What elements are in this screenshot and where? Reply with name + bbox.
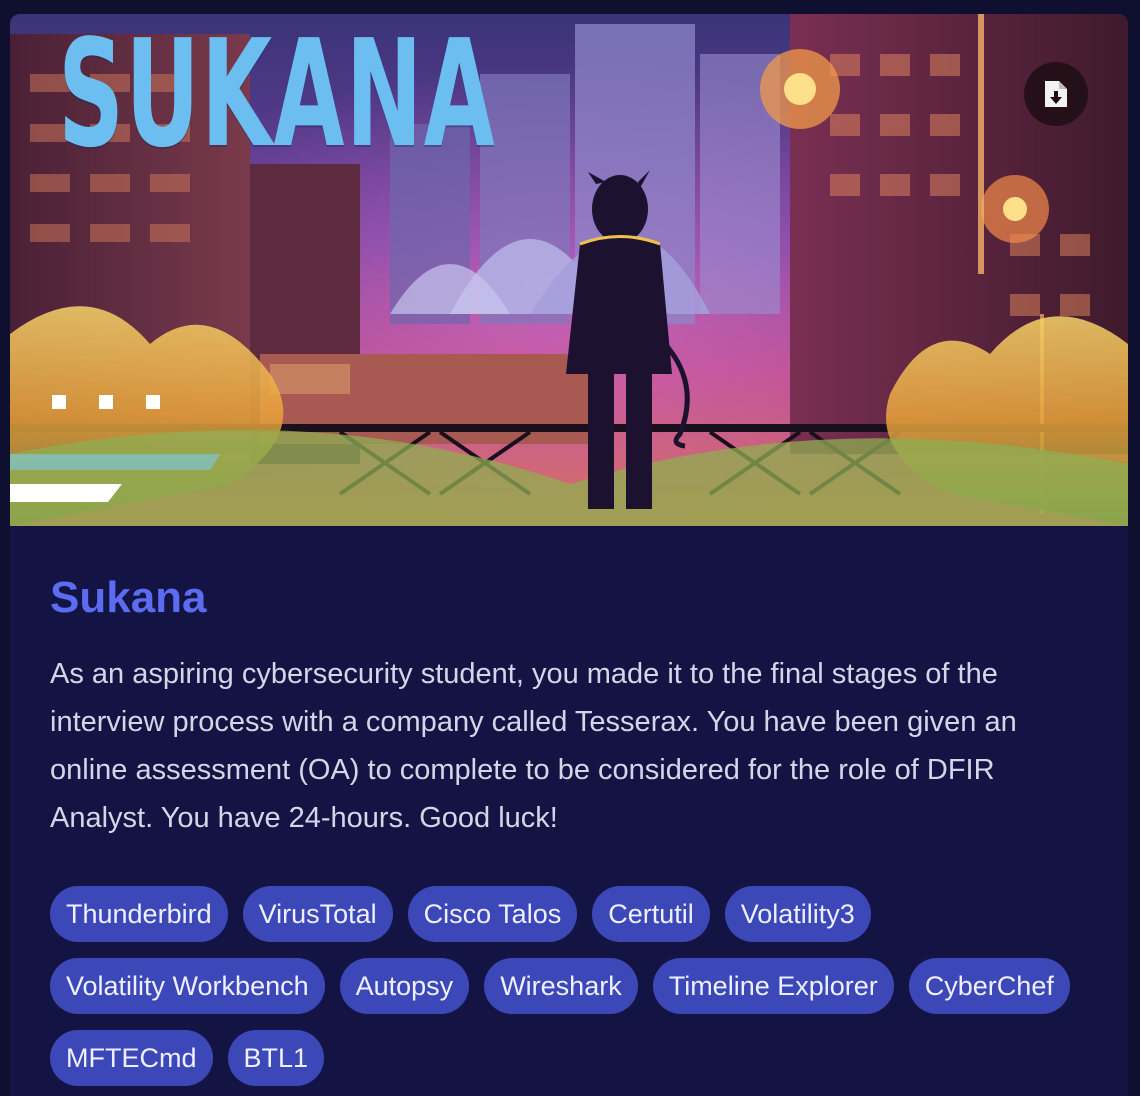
banner-dot — [146, 395, 160, 409]
tag-timeline-explorer[interactable]: Timeline Explorer — [652, 958, 894, 1014]
tag-cyberchef[interactable]: CyberChef — [908, 958, 1070, 1014]
tag-thunderbird[interactable]: Thunderbird — [50, 886, 228, 942]
tag-volatility3[interactable]: Volatility3 — [724, 886, 871, 942]
room-description: As an aspiring cybersecurity student, yo… — [50, 658, 1017, 834]
room-content: Sukana As an aspiring cybersecurity stud… — [50, 566, 1090, 1086]
banner-title: SUKANA — [58, 14, 496, 180]
tag-virustotal[interactable]: VirusTotal — [242, 886, 393, 942]
tag-btl1[interactable]: BTL1 — [227, 1030, 325, 1086]
tag-wireshark[interactable]: Wireshark — [484, 958, 638, 1014]
file-download-icon — [1045, 81, 1067, 107]
tag-volatility-workbench[interactable]: Volatility Workbench — [50, 958, 325, 1014]
room-title: Sukana — [50, 573, 207, 622]
tag-autopsy[interactable]: Autopsy — [339, 958, 470, 1014]
download-button[interactable] — [1024, 62, 1088, 126]
banner-dots — [52, 395, 160, 409]
tag-mftecmd[interactable]: MFTECmd — [50, 1030, 213, 1086]
tag-list: Thunderbird VirusTotal Cisco Talos Certu… — [50, 886, 1090, 1086]
room-card: SUKANA Sukana As an aspiring cybersecuri… — [10, 14, 1128, 1096]
banner-dot — [99, 395, 113, 409]
room-banner: SUKANA — [10, 14, 1128, 526]
page: SUKANA Sukana As an aspiring cybersecuri… — [0, 0, 1140, 1096]
tag-certutil[interactable]: Certutil — [592, 886, 710, 942]
banner-dot — [52, 395, 66, 409]
tag-cisco-talos[interactable]: Cisco Talos — [407, 886, 578, 942]
